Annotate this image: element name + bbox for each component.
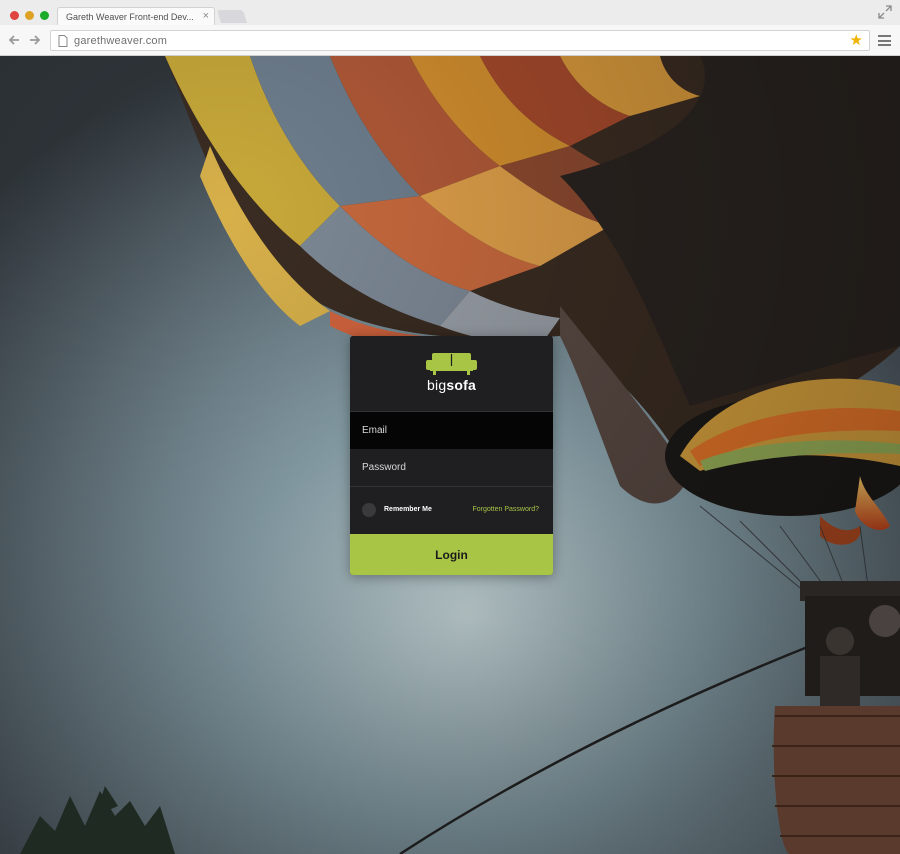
password-field[interactable]	[350, 449, 553, 487]
login-card: bigsofa Remember Me Forgotten Password? …	[350, 336, 553, 575]
email-field[interactable]	[350, 412, 553, 449]
forgot-password-link[interactable]: Forgotten Password?	[472, 506, 539, 513]
brand-logo: bigsofa	[350, 336, 553, 412]
remember-me-checkbox[interactable]	[362, 503, 376, 517]
page-icon	[58, 35, 68, 47]
star-icon[interactable]: ★	[850, 32, 863, 50]
close-window-button[interactable]	[10, 11, 19, 20]
tab-close-icon[interactable]: ×	[203, 10, 209, 22]
back-arrow-icon[interactable]	[7, 33, 21, 47]
brand-prefix: big	[427, 377, 447, 393]
browser-toolbar: garethweaver.com ★	[0, 25, 900, 56]
login-button[interactable]: Login	[350, 534, 553, 575]
address-bar[interactable]: garethweaver.com ★	[50, 30, 870, 51]
menu-icon[interactable]	[878, 35, 891, 46]
remember-me-label[interactable]: Remember Me	[384, 506, 432, 513]
page-viewport: bigsofa Remember Me Forgotten Password? …	[0, 56, 900, 854]
brand-name: bigsofa	[350, 377, 553, 393]
new-tab-button[interactable]	[216, 10, 248, 23]
window-titlebar: Gareth Weaver Front-end Dev... ×	[0, 0, 900, 26]
remember-row: Remember Me Forgotten Password?	[350, 487, 553, 534]
sofa-icon	[426, 353, 477, 375]
fullscreen-icon[interactable]	[878, 5, 892, 19]
maximize-window-button[interactable]	[40, 11, 49, 20]
tab-title: Gareth Weaver Front-end Dev...	[66, 12, 194, 22]
forward-arrow-icon[interactable]	[28, 33, 42, 47]
brand-suffix: sofa	[446, 377, 476, 393]
browser-tab[interactable]: Gareth Weaver Front-end Dev... ×	[57, 7, 215, 26]
minimize-window-button[interactable]	[25, 11, 34, 20]
url-text[interactable]: garethweaver.com	[74, 35, 167, 47]
